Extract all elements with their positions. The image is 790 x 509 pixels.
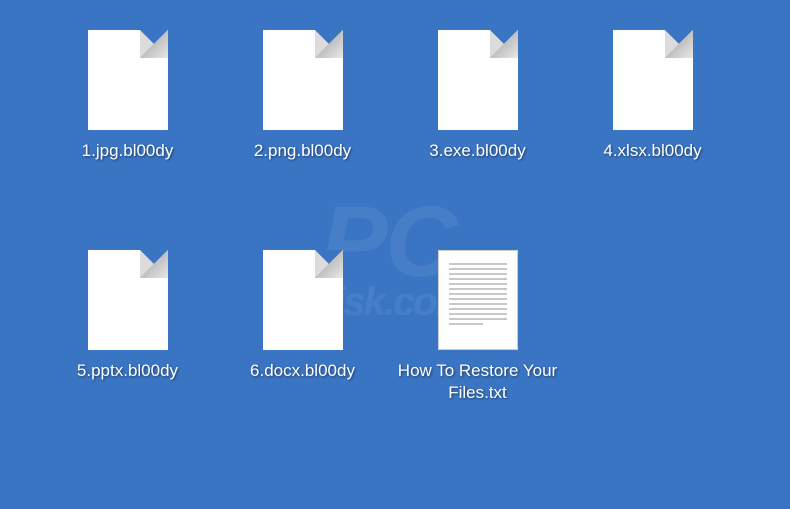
text-lines-decoration xyxy=(449,263,507,325)
blank-file-icon xyxy=(88,30,168,130)
file-item[interactable]: 2.png.bl00dy xyxy=(215,20,390,220)
file-label: 1.jpg.bl00dy xyxy=(82,140,174,162)
file-label: How To Restore Your Files.txt xyxy=(395,360,560,404)
file-item[interactable]: 6.docx.bl00dy xyxy=(215,240,390,440)
file-item[interactable]: How To Restore Your Files.txt xyxy=(390,240,565,440)
file-label: 4.xlsx.bl00dy xyxy=(603,140,701,162)
file-label: 6.docx.bl00dy xyxy=(250,360,355,382)
file-item[interactable]: 5.pptx.bl00dy xyxy=(40,240,215,440)
text-file-icon xyxy=(438,250,518,350)
blank-file-icon xyxy=(263,30,343,130)
file-item[interactable]: 3.exe.bl00dy xyxy=(390,20,565,220)
file-item[interactable]: 4.xlsx.bl00dy xyxy=(565,20,740,220)
file-label: 2.png.bl00dy xyxy=(254,140,351,162)
blank-file-icon xyxy=(263,250,343,350)
blank-file-icon xyxy=(88,250,168,350)
file-label: 3.exe.bl00dy xyxy=(429,140,525,162)
blank-file-icon xyxy=(613,30,693,130)
desktop-area: 1.jpg.bl00dy 2.png.bl00dy 3.exe.bl00dy 4… xyxy=(0,0,790,460)
file-item[interactable]: 1.jpg.bl00dy xyxy=(40,20,215,220)
file-label: 5.pptx.bl00dy xyxy=(77,360,178,382)
blank-file-icon xyxy=(438,30,518,130)
